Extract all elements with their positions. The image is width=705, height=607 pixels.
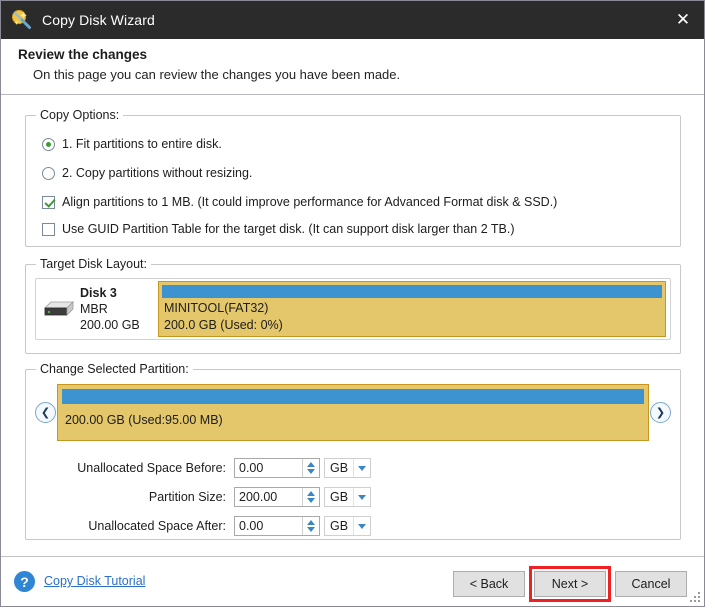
- copy-disk-tutorial-link[interactable]: Copy Disk Tutorial: [44, 574, 145, 588]
- page-header: Review the changes On this page you can …: [1, 39, 704, 95]
- hard-disk-icon: [36, 299, 80, 319]
- unit-value: GB: [330, 519, 349, 533]
- unallocated-after-stepper[interactable]: [302, 517, 319, 535]
- page-title: Review the changes: [18, 47, 148, 62]
- page-subtitle: On this page you can review the changes …: [33, 67, 401, 82]
- stepper-down-icon[interactable]: [307, 527, 315, 532]
- field-label: Partition Size:: [148, 490, 226, 504]
- disk-scheme: MBR: [80, 302, 108, 316]
- partition-size-stepper[interactable]: [302, 488, 319, 506]
- option-use-gpt[interactable]: Use GUID Partition Table for the target …: [42, 222, 515, 236]
- chevron-down-icon[interactable]: [353, 517, 370, 535]
- chevron-down-icon[interactable]: [353, 459, 370, 477]
- selected-partition-block[interactable]: 200.00 GB (Used:95.00 MB): [57, 384, 649, 441]
- unallocated-before-input[interactable]: 0.00: [234, 458, 320, 478]
- radio-copy-without-resizing[interactable]: [42, 166, 55, 180]
- selected-partition-row: ❮ 200.00 GB (Used:95.00 MB) ❯: [35, 384, 671, 441]
- disk-row[interactable]: Disk 3 MBR 200.00 GB MINITOOL(FAT32) 200…: [35, 278, 671, 340]
- selected-partition-usage-bar: [62, 389, 644, 404]
- cancel-button[interactable]: Cancel: [615, 571, 687, 597]
- partition-size-input[interactable]: 200.00: [234, 487, 320, 507]
- unallocated-before-stepper[interactable]: [302, 459, 319, 477]
- back-button[interactable]: < Back: [453, 571, 525, 597]
- unit-value: GB: [330, 461, 349, 475]
- target-disk-layout-group: Target Disk Layout: Disk 3 MBR 200.00 GB: [25, 257, 681, 354]
- field-unallocated-space-before: Unallocated Space Before: 0.00 GB: [71, 458, 371, 478]
- input-value[interactable]: 0.00: [235, 519, 302, 533]
- copy-options-legend: Copy Options:: [36, 108, 124, 122]
- next-button[interactable]: Next >: [534, 571, 606, 597]
- stepper-down-icon[interactable]: [307, 498, 315, 503]
- field-partition-size: Partition Size: 200.00 GB: [71, 487, 371, 507]
- copy-options-group: Copy Options: 1. Fit partitions to entir…: [25, 108, 681, 247]
- input-value[interactable]: 200.00: [235, 490, 302, 504]
- disk-name: Disk 3: [80, 286, 117, 300]
- partition-usage-bar: [162, 285, 662, 298]
- field-label: Unallocated Space After:: [88, 519, 226, 533]
- partition-detail: 200.0 GB (Used: 0%): [164, 318, 283, 332]
- disk-info: Disk 3 MBR 200.00 GB: [80, 285, 158, 333]
- option-copy-without-resizing[interactable]: 2. Copy partitions without resizing.: [42, 166, 252, 180]
- target-partition-block[interactable]: MINITOOL(FAT32) 200.0 GB (Used: 0%): [158, 281, 666, 337]
- wizard-wand-icon: [11, 9, 33, 31]
- close-icon[interactable]: ✕: [660, 1, 704, 39]
- question-mark-icon[interactable]: ?: [14, 571, 35, 592]
- copy-disk-wizard-window: Copy Disk Wizard ✕ Review the changes On…: [0, 0, 705, 607]
- resize-grip[interactable]: [690, 592, 701, 603]
- selected-partition-label: 200.00 GB (Used:95.00 MB): [65, 413, 223, 427]
- partition-size-unit-select[interactable]: GB: [324, 487, 371, 507]
- stepper-down-icon[interactable]: [307, 469, 315, 474]
- radio-fit-partitions[interactable]: [42, 137, 55, 151]
- change-selected-partition-group: Change Selected Partition: ❮ 200.00 GB (…: [25, 362, 681, 540]
- checkbox-use-gpt[interactable]: [42, 222, 55, 236]
- option-label: Use GUID Partition Table for the target …: [62, 222, 515, 236]
- unallocated-after-input[interactable]: 0.00: [234, 516, 320, 536]
- unallocated-before-unit-select[interactable]: GB: [324, 458, 371, 478]
- option-label: 2. Copy partitions without resizing.: [62, 166, 253, 180]
- unallocated-after-unit-select[interactable]: GB: [324, 516, 371, 536]
- input-value[interactable]: 0.00: [235, 461, 302, 475]
- change-selected-partition-legend: Change Selected Partition:: [36, 362, 193, 376]
- disk-capacity: 200.00 GB: [80, 318, 140, 332]
- window-title: Copy Disk Wizard: [42, 12, 155, 28]
- stepper-up-icon[interactable]: [307, 491, 315, 496]
- option-label: 1. Fit partitions to entire disk.: [62, 137, 222, 151]
- checkbox-align-partitions[interactable]: [42, 195, 55, 209]
- field-label: Unallocated Space Before:: [77, 461, 226, 475]
- chevron-down-icon[interactable]: [353, 488, 370, 506]
- title-bar: Copy Disk Wizard ✕: [1, 1, 704, 39]
- partition-label: MINITOOL(FAT32): [164, 301, 269, 315]
- option-align-partitions[interactable]: Align partitions to 1 MB. (It could impr…: [42, 195, 557, 209]
- content-area: Copy Options: 1. Fit partitions to entir…: [1, 96, 704, 555]
- stepper-up-icon[interactable]: [307, 520, 315, 525]
- chevron-left-icon[interactable]: ❮: [35, 402, 56, 423]
- chevron-right-icon[interactable]: ❯: [650, 402, 671, 423]
- field-unallocated-space-after: Unallocated Space After: 0.00 GB: [71, 516, 371, 536]
- option-fit-partitions[interactable]: 1. Fit partitions to entire disk.: [42, 137, 222, 151]
- unit-value: GB: [330, 490, 349, 504]
- stepper-up-icon[interactable]: [307, 462, 315, 467]
- option-label: Align partitions to 1 MB. (It could impr…: [62, 195, 558, 209]
- target-disk-layout-legend: Target Disk Layout:: [36, 257, 151, 271]
